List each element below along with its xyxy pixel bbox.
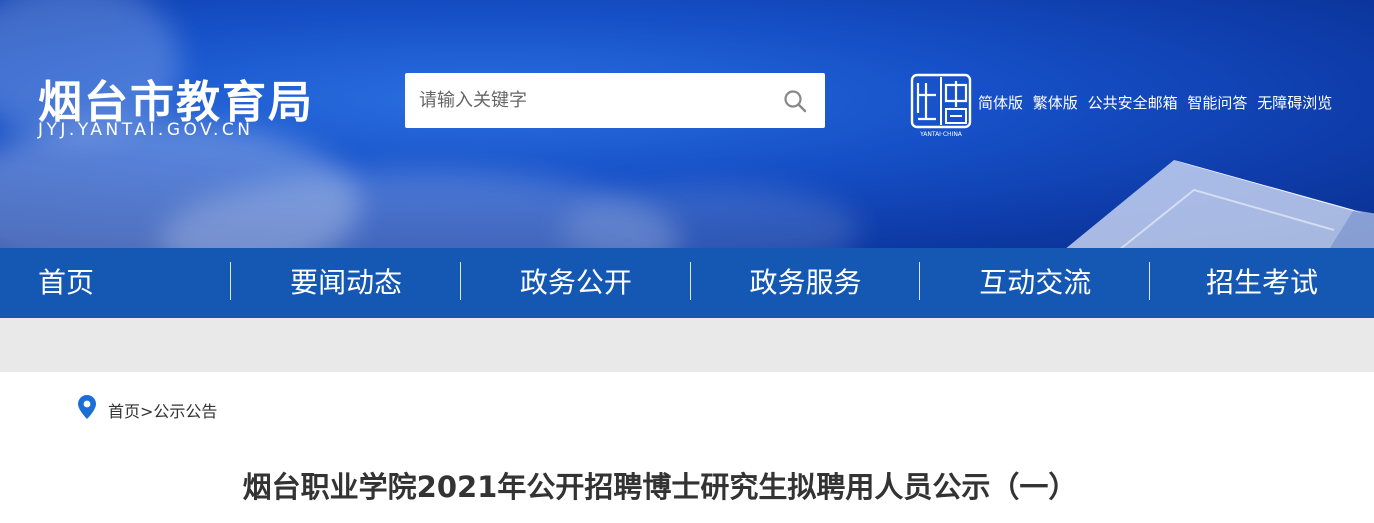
nav-item-label: 政务服务	[749, 266, 862, 299]
nav-item-home[interactable]: 首页	[0, 248, 232, 318]
main-nav: 首页 要闻动态 政务公开 政务服务 互动交流 招生考试	[0, 248, 1374, 318]
nav-item-label: 首页	[38, 266, 95, 299]
nav-item-interaction[interactable]: 互动交流	[920, 248, 1151, 318]
nav-item-government-services[interactable]: 政务服务	[691, 248, 921, 318]
nav-item-news[interactable]: 要闻动态	[231, 248, 461, 318]
search-input[interactable]	[405, 73, 765, 128]
link-security-mailbox[interactable]: 公共安全邮箱	[1088, 94, 1178, 112]
link-simplified[interactable]: 简体版	[978, 94, 1023, 112]
location-pin-icon	[78, 395, 96, 419]
breadcrumb-trail: 首页>公示公告	[108, 398, 217, 422]
article-title: 烟台职业学院2021年公开招聘博士研究生拟聘用人员公示（一）	[242, 470, 1078, 504]
link-smart-qa[interactable]: 智能问答	[1187, 94, 1247, 112]
nav-item-government-affairs[interactable]: 政务公开	[461, 248, 691, 318]
nav-item-label: 招生考试	[1206, 266, 1319, 299]
breadcrumb-current[interactable]: 公示公告	[153, 402, 217, 421]
top-links: 简体版 繁体版 公共安全邮箱 智能问答 无障碍浏览	[978, 92, 1337, 113]
link-traditional[interactable]: 繁体版	[1033, 94, 1078, 112]
breadcrumb-home[interactable]: 首页	[108, 402, 140, 421]
open-book-graphic	[1066, 160, 1374, 248]
gray-band	[0, 318, 1374, 372]
seal-caption: YANTAI·CHINA	[919, 131, 963, 138]
china-yantai-seal-icon: YANTAI·CHINA	[910, 73, 972, 138]
nav-item-label: 要闻动态	[290, 266, 403, 299]
breadcrumb-separator: >	[140, 402, 154, 421]
link-accessibility[interactable]: 无障碍浏览	[1257, 94, 1332, 112]
site-logo-domain: JYJ.YANTAI.GOV.CN	[38, 120, 254, 140]
nav-item-label: 政务公开	[519, 266, 632, 299]
search-box	[405, 73, 825, 128]
site-header: 烟台市教育局 JYJ.YANTAI.GOV.CN YANTAI·CHINA 简体…	[0, 0, 1374, 248]
search-icon[interactable]	[783, 89, 807, 113]
nav-item-label: 互动交流	[979, 266, 1092, 299]
nav-item-admissions-exams[interactable]: 招生考试	[1150, 248, 1374, 318]
breadcrumb: 首页>公示公告	[0, 372, 1374, 442]
